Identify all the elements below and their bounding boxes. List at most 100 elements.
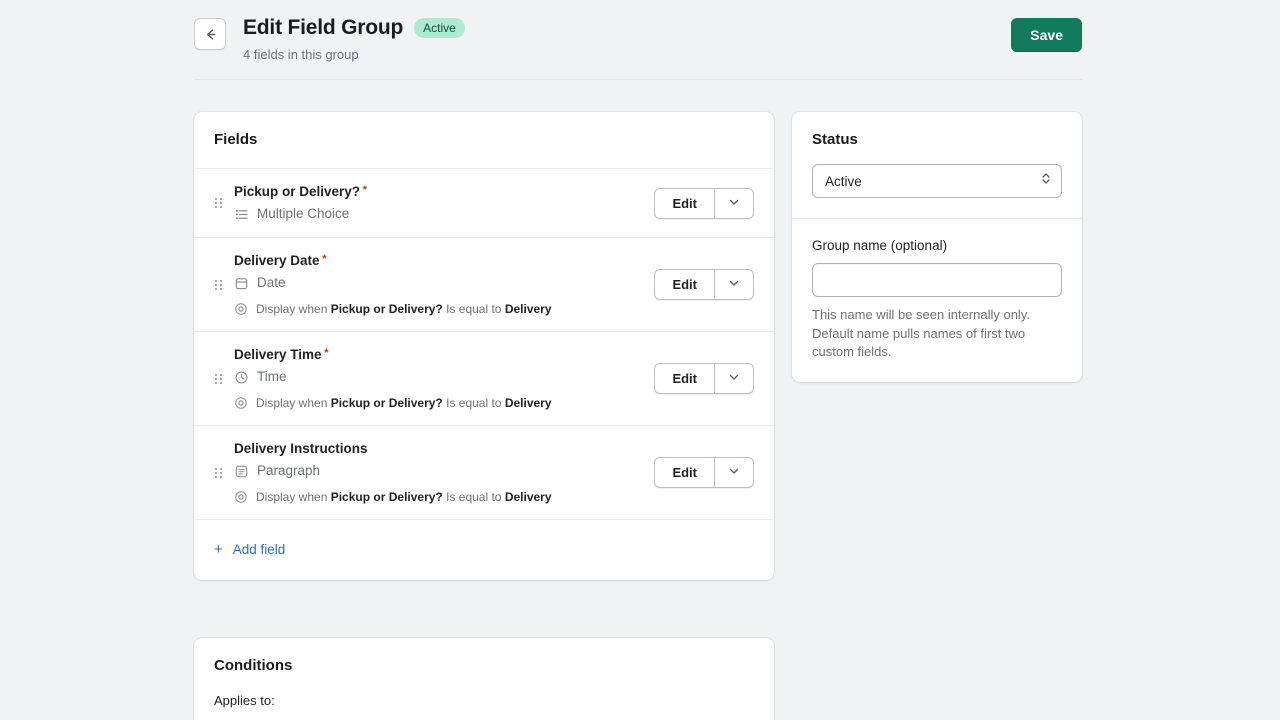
field-name-text: Pickup or Delivery?	[234, 184, 360, 199]
field-info: Delivery Instructions Paragraph	[234, 440, 640, 505]
edit-dropdown-button[interactable]	[714, 269, 754, 300]
field-row[interactable]: Pickup or Delivery? * Multiple Choice	[194, 169, 774, 238]
field-type: Paragraph	[234, 462, 640, 480]
field-name: Delivery Instructions	[234, 440, 368, 458]
plus-icon: +	[214, 542, 223, 557]
drag-handle-icon[interactable]	[212, 280, 224, 290]
field-type-label: Multiple Choice	[257, 205, 349, 223]
field-name-text: Delivery Time	[234, 347, 322, 362]
condition-target: Pickup or Delivery?	[331, 490, 443, 504]
list-icon	[234, 207, 249, 222]
edit-button[interactable]: Edit	[654, 269, 714, 300]
field-type: Multiple Choice	[234, 205, 640, 223]
condition-value: Delivery	[505, 490, 552, 504]
eye-view-icon	[234, 396, 248, 410]
field-type-label: Paragraph	[257, 462, 320, 480]
status-select-value: Active	[825, 174, 862, 189]
page-header: Edit Field Group Active 4 fields in this…	[194, 12, 1082, 80]
arrow-left-icon	[203, 27, 218, 42]
status-select-wrap: Active	[812, 164, 1062, 198]
add-field-label: Add field	[233, 542, 286, 557]
condition-prefix: Display when	[256, 302, 327, 316]
condition-prefix: Display when	[256, 490, 327, 504]
condition-prefix: Display when	[256, 396, 327, 410]
field-name-text: Delivery Date	[234, 253, 320, 268]
status-card-title: Status	[812, 131, 1062, 148]
condition-text: Display when Pickup or Delivery? Is equa…	[256, 395, 552, 411]
group-name-label: Group name (optional)	[812, 238, 1062, 253]
field-type-label: Date	[257, 274, 286, 292]
edit-dropdown-button[interactable]	[714, 457, 754, 488]
condition-operator: Is equal to	[446, 490, 501, 504]
fields-card: Fields Pickup or Delivery? *	[194, 112, 774, 580]
status-section: Status Active	[792, 112, 1082, 218]
field-actions: Edit	[654, 363, 754, 394]
field-actions: Edit	[654, 457, 754, 488]
required-marker: *	[322, 250, 326, 268]
chevron-down-icon	[728, 196, 740, 211]
app-root: Edit Field Group Active 4 fields in this…	[0, 0, 1280, 720]
status-card: Status Active Group name (optional) This…	[792, 112, 1082, 382]
header-text-block: Edit Field Group Active 4 fields in this…	[243, 12, 1082, 62]
field-name: Delivery Date *	[234, 252, 320, 270]
status-select[interactable]: Active	[812, 164, 1062, 198]
page-title: Edit Field Group	[243, 14, 403, 42]
fields-card-header: Fields	[194, 112, 774, 169]
conditions-card: Conditions Applies to:	[194, 638, 774, 720]
field-info: Delivery Date * Date	[234, 252, 640, 317]
drag-handle-icon[interactable]	[212, 374, 224, 384]
calendar-icon	[234, 276, 249, 291]
paragraph-icon	[234, 464, 249, 479]
back-button[interactable]	[194, 18, 226, 50]
field-name: Delivery Time *	[234, 346, 322, 364]
edit-button[interactable]: Edit	[654, 363, 714, 394]
field-row[interactable]: Delivery Time * Time	[194, 332, 774, 426]
field-actions: Edit	[654, 269, 754, 300]
field-type: Time	[234, 368, 640, 386]
field-condition: Display when Pickup or Delivery? Is equa…	[234, 489, 640, 505]
edit-button[interactable]: Edit	[654, 457, 714, 488]
chevron-down-icon	[728, 371, 740, 386]
drag-handle-icon[interactable]	[212, 198, 224, 208]
page-subtitle: 4 fields in this group	[243, 47, 1082, 62]
eye-view-icon	[234, 490, 248, 504]
status-badge: Active	[414, 18, 465, 38]
clock-icon	[234, 370, 249, 385]
group-name-helper-text: This name will be seen internally only. …	[812, 306, 1062, 362]
chevron-down-icon	[728, 465, 740, 480]
field-condition: Display when Pickup or Delivery? Is equa…	[234, 301, 640, 317]
eye-view-icon	[234, 302, 248, 316]
condition-text: Display when Pickup or Delivery? Is equa…	[256, 489, 552, 505]
field-info: Pickup or Delivery? * Multiple Choice	[234, 183, 640, 223]
field-condition: Display when Pickup or Delivery? Is equa…	[234, 395, 640, 411]
field-info: Delivery Time * Time	[234, 346, 640, 411]
edit-dropdown-button[interactable]	[714, 188, 754, 219]
condition-target: Pickup or Delivery?	[331, 396, 443, 410]
conditions-card-title: Conditions	[214, 657, 754, 674]
add-field-button[interactable]: + Add field	[214, 542, 285, 557]
required-marker: *	[363, 181, 367, 199]
drag-handle-icon[interactable]	[212, 468, 224, 478]
condition-value: Delivery	[505, 302, 552, 316]
fields-card-title: Fields	[214, 131, 754, 148]
group-name-input[interactable]	[812, 263, 1062, 297]
required-marker: *	[324, 344, 328, 362]
field-name: Pickup or Delivery? *	[234, 183, 360, 201]
condition-operator: Is equal to	[446, 302, 501, 316]
group-name-section: Group name (optional) This name will be …	[792, 218, 1082, 382]
condition-operator: Is equal to	[446, 396, 501, 410]
condition-text: Display when Pickup or Delivery? Is equa…	[256, 301, 552, 317]
field-row[interactable]: Delivery Date * Date	[194, 238, 774, 332]
field-type-label: Time	[257, 368, 287, 386]
field-actions: Edit	[654, 188, 754, 219]
save-button[interactable]: Save	[1011, 18, 1082, 52]
condition-value: Delivery	[505, 396, 552, 410]
edit-dropdown-button[interactable]	[714, 363, 754, 394]
add-field-row: + Add field	[194, 520, 774, 580]
field-row[interactable]: Delivery Instructions Paragraph	[194, 426, 774, 520]
condition-target: Pickup or Delivery?	[331, 302, 443, 316]
field-type: Date	[234, 274, 640, 292]
field-name-text: Delivery Instructions	[234, 441, 368, 456]
edit-button[interactable]: Edit	[654, 188, 714, 219]
chevron-down-icon	[728, 277, 740, 292]
